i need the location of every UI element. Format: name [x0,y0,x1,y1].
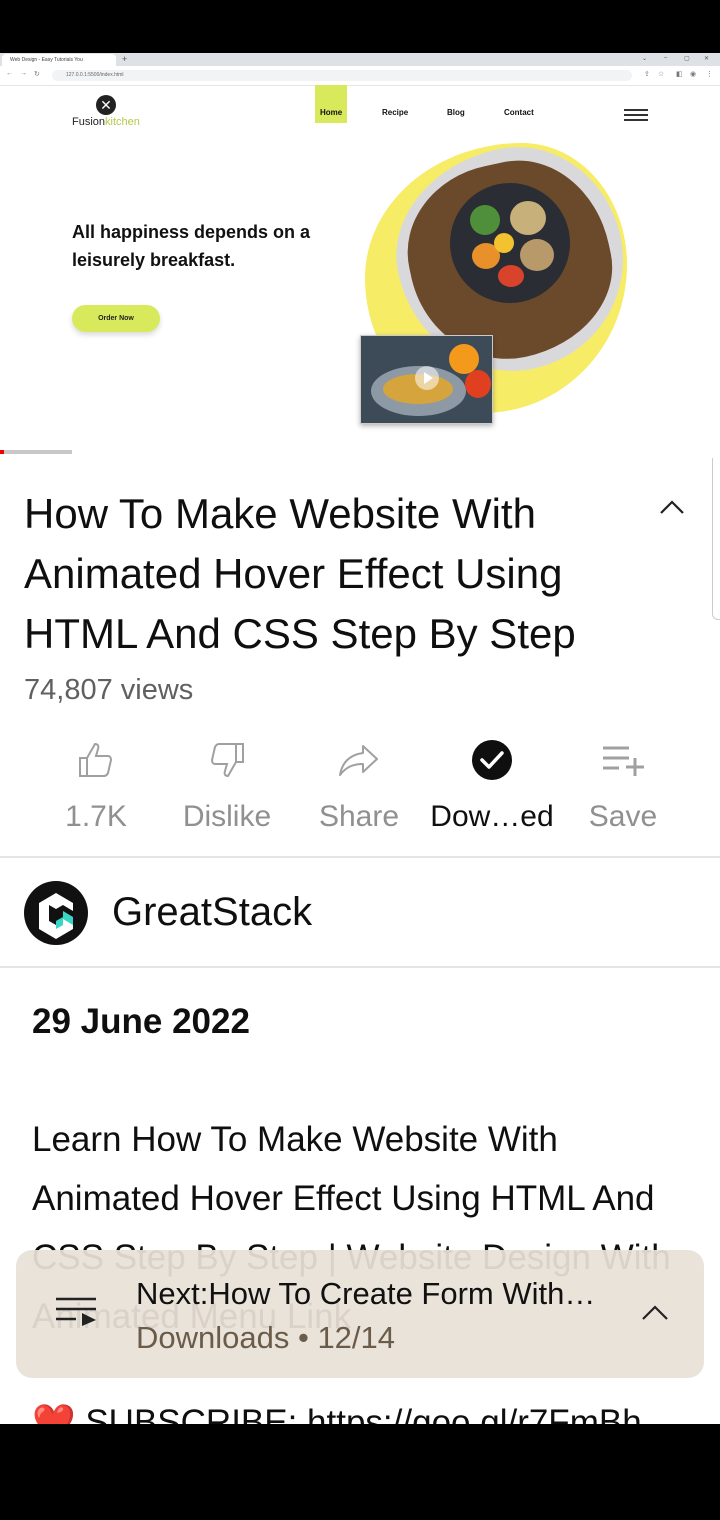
site-brand: Fusionkitchen [72,116,140,128]
minimize-icon: – [664,55,668,61]
url-field: 127.0.0.1:5500/index.html [52,70,632,81]
downloaded-check-icon [472,740,512,780]
hamburger-menu-icon [624,109,648,121]
scrollbar[interactable] [712,458,720,620]
action-row: 1.7K Dislike Share Dow…ed Save [0,732,720,842]
site-nav-recipe: Recipe [382,108,409,117]
expand-chevron-icon[interactable] [640,1298,670,1328]
share-button[interactable]: Share [294,732,424,834]
hero-bowl [450,183,570,303]
greatstack-logo-icon [39,893,73,939]
reload-icon: ↻ [34,71,40,78]
browser-tab-strip: Web Design - Easy Tutorials You + ⌄ – ▢ … [0,53,720,66]
heart-icon: ❤️ [32,1403,76,1424]
subscribe-link-text: SUBSCRIBE: https://goo.gl/r7FmBh [85,1403,642,1424]
divider [0,966,720,968]
thumbs-up-icon [79,742,113,777]
nav-home-highlight [315,85,347,123]
share-arrow-icon [339,745,378,776]
share-icon: ⇪ [644,71,650,78]
site-nav-contact: Contact [504,108,534,117]
like-count: 1.7K [65,800,127,833]
video-title[interactable]: How To Make Website With Animated Hover … [24,484,644,664]
like-button[interactable]: 1.7K [31,732,161,834]
divider [0,856,720,858]
site-logo-icon: ✕ [96,95,116,115]
maximize-icon: ▢ [684,56,690,62]
back-icon: ← [6,70,13,77]
chevron-down-icon: ⌄ [642,56,648,62]
add-to-playlist-icon [603,746,644,776]
play-icon [415,366,439,390]
video-player[interactable]: Web Design - Easy Tutorials You + ⌄ – ▢ … [0,53,720,458]
channel-avatar[interactable] [24,881,88,945]
next-up-bar[interactable]: Next:How To Create Form With… Downloads … [16,1250,704,1378]
site-nav-blog: Blog [447,108,465,117]
share-label: Share [318,800,400,833]
status-bar [0,0,720,53]
star-icon: ☆ [658,71,665,78]
dislike-button[interactable]: Dislike [162,732,292,834]
channel-name[interactable]: GreatStack [112,890,312,935]
dislike-label: Dislike [182,800,272,833]
site-order-button: Order Now [72,305,160,332]
menu-dots-icon: ⋮ [706,71,713,78]
site-nav-home: Home [320,108,343,117]
site-headline: All happiness depends on a leisurely bre… [72,222,311,270]
forward-icon: → [20,70,27,77]
browser-address-bar: ← → ↻ 127.0.0.1:5500/index.html ⇪ ☆ ◧ ◉ … [0,66,720,86]
playlist-position: Downloads • 12/14 [136,1320,396,1355]
save-button[interactable]: Save [558,732,688,834]
thumbs-down-icon [210,743,244,778]
profile-icon: ◉ [690,71,697,78]
queue-icon [56,1297,96,1326]
browser-tab: Web Design - Easy Tutorials You [2,54,116,66]
save-label: Save [588,800,658,833]
view-count: 74,807 views [24,674,194,706]
next-video-title: Next:How To Create Form With… [136,1276,596,1311]
download-button[interactable]: Dow…ed [427,732,557,834]
navigation-bar [0,1424,720,1520]
subscribe-line[interactable]: ❤️ SUBSCRIBE: https://goo.gl/r7FmBh [32,1402,642,1424]
video-progress-bar[interactable] [0,450,72,454]
extension-icon: ◧ [676,71,683,78]
close-icon: ✕ [704,56,710,62]
new-tab-icon: + [122,54,128,64]
collapse-chevron-icon[interactable] [658,494,686,522]
download-label: Dow…ed [430,800,554,833]
hero-pasta-image [360,335,493,424]
publish-date: 29 June 2022 [32,1002,250,1041]
